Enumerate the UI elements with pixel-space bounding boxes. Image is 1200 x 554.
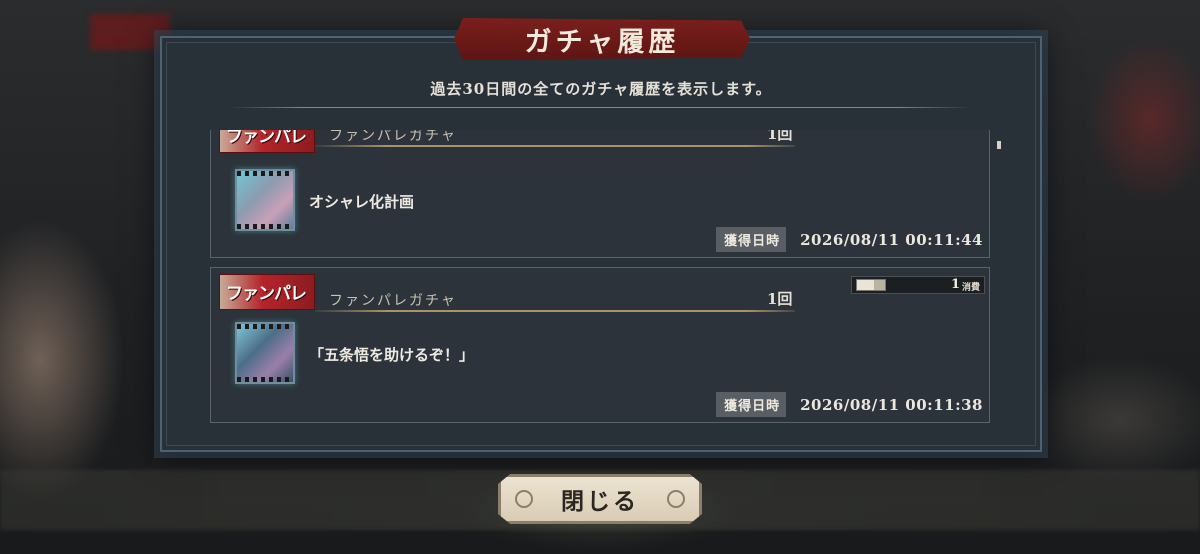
- acquired-row: 獲得日時 2026/08/11 00:11:38: [716, 392, 983, 417]
- dialog-title: ガチャ履歴: [524, 26, 680, 58]
- ornament-left-icon: [515, 490, 533, 508]
- cost-number: 1: [950, 277, 960, 292]
- history-entry: ファンパレ ファンパレガチャ 1回 オシャレ化計画 獲得日時 2026/08/1…: [210, 130, 990, 258]
- ticket-icon: [856, 279, 886, 291]
- ornament-right-icon: [667, 490, 685, 508]
- subtitle-divider: [228, 107, 972, 108]
- gold-divider: [315, 145, 795, 147]
- item-name: 「五条悟を助けるぞ！」: [309, 346, 475, 364]
- close-button-label: 閉じる: [561, 488, 639, 515]
- acquired-time: 2026/08/11 00:11:44: [800, 230, 983, 249]
- gacha-count: 1回: [767, 290, 793, 308]
- gold-divider: [315, 310, 795, 312]
- gacha-banner-image: ファンパレ: [219, 274, 315, 310]
- acquired-label: 獲得日時: [716, 227, 787, 252]
- close-button[interactable]: 閉じる: [498, 474, 702, 524]
- background-red-badge-blur: [90, 14, 170, 50]
- dialog-title-banner: ガチャ履歴: [454, 18, 750, 60]
- gacha-count: 1回: [767, 130, 793, 143]
- gacha-name: ファンパレガチャ: [329, 293, 457, 309]
- acquired-row: 獲得日時 2026/08/11 00:11:44: [716, 227, 983, 252]
- cost-unit: 消費: [961, 283, 980, 293]
- gacha-banner-image: ファンパレ: [219, 130, 315, 153]
- cost-badge: 1 消費: [851, 276, 985, 294]
- history-list[interactable]: ファンパレ ファンパレガチャ 1回 オシャレ化計画 獲得日時 2026/08/1…: [196, 130, 998, 428]
- item-name: オシャレ化計画: [309, 193, 415, 211]
- scrollbar-thumb[interactable]: [997, 141, 1001, 149]
- item-thumbnail[interactable]: [235, 169, 295, 231]
- gacha-name: ファンパレガチャ: [329, 130, 457, 144]
- acquired-label: 獲得日時: [716, 392, 787, 417]
- history-entry: ファンパレ ファンパレガチャ 1回 1 消費 「五条悟を助けるぞ！」 獲得日時 …: [210, 267, 990, 423]
- dialog-subtitle: 過去30日間の全てのガチャ履歴を表示します。: [430, 80, 772, 98]
- acquired-time: 2026/08/11 00:11:38: [800, 395, 983, 414]
- item-thumbnail[interactable]: [235, 322, 295, 384]
